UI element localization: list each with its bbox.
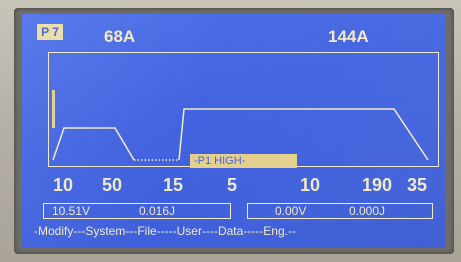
param-weld-2[interactable]: 190 (362, 176, 392, 194)
program-number-badge[interactable]: P 7 (37, 24, 63, 40)
main-current-value: 144A (328, 27, 369, 46)
waveform-cursor (52, 90, 55, 128)
readout-right-energy: 0.000J (349, 204, 386, 218)
start-current-value: 68A (104, 27, 136, 46)
param-cool[interactable]: 5 (227, 176, 237, 194)
readout-right-voltage: 0.00V (275, 204, 307, 218)
weld-waveform-graph (52, 90, 429, 161)
param-weld-1[interactable]: 50 (102, 176, 122, 194)
prepulse-waveform (52, 127, 135, 161)
param-downslope-2[interactable]: 35 (407, 176, 427, 194)
param-downslope-1[interactable]: 15 (163, 176, 183, 194)
main-pulse-waveform (178, 108, 429, 161)
lcd-screen: P 7 68A 144A -P1 HIGH- 10 50 15 5 10 190… (22, 14, 445, 248)
phase-label: -P1 HIGH- (190, 154, 297, 168)
param-upslope-1[interactable]: 10 (53, 176, 73, 194)
function-menu-bar[interactable]: -Modify---System---File-----User----Data… (34, 225, 296, 237)
readout-left-energy: 0.016J (139, 204, 176, 218)
param-upslope-2[interactable]: 10 (300, 176, 320, 194)
readout-left-voltage: 10.51V (52, 204, 91, 218)
